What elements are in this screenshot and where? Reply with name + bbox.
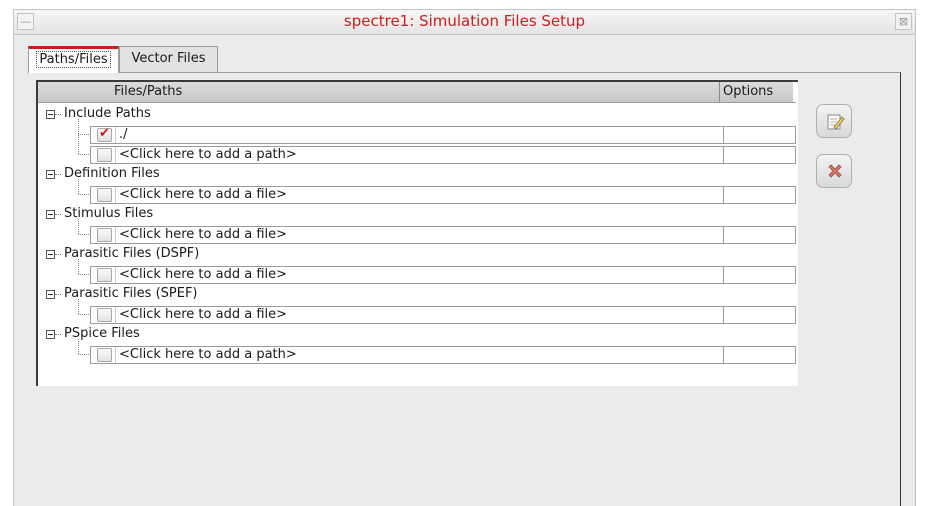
tree-connector	[78, 119, 79, 154]
cell-divider	[115, 307, 116, 323]
enable-checkbox[interactable]	[97, 348, 112, 362]
tree-connector	[78, 259, 79, 274]
header-end	[793, 82, 796, 102]
options-cell-divider	[723, 227, 724, 243]
cell-divider	[115, 147, 116, 163]
tree-connector	[78, 134, 89, 135]
tree-connector	[78, 339, 79, 354]
tree-item-row[interactable]: <Click here to add a file>	[90, 306, 796, 324]
enable-checkbox[interactable]	[97, 126, 112, 142]
tree-item-row[interactable]: <Click here to add a file>	[90, 266, 796, 284]
tree-connector	[78, 219, 79, 234]
options-cell-divider	[723, 127, 724, 143]
simulation-files-setup-window: — spectre1: Simulation Files Setup ⊠ Pat…	[0, 0, 938, 506]
enable-checkbox[interactable]	[97, 308, 112, 322]
tree-connector	[78, 274, 89, 275]
options-cell-divider	[723, 147, 724, 163]
path-text[interactable]: <Click here to add a file>	[119, 267, 287, 283]
title-bar[interactable]: — spectre1: Simulation Files Setup ⊠	[13, 9, 916, 35]
collapse-toggle[interactable]	[46, 170, 55, 179]
collapse-toggle[interactable]	[46, 110, 55, 119]
delete-icon	[828, 164, 842, 178]
enable-checkbox[interactable]	[97, 188, 112, 202]
cell-divider	[115, 227, 116, 243]
tree-group-label[interactable]: Parasitic Files (DSPF)	[64, 245, 199, 263]
path-text[interactable]: <Click here to add a file>	[119, 187, 287, 203]
options-cell-divider	[723, 307, 724, 323]
collapse-toggle[interactable]	[46, 250, 55, 259]
files-tree-table: Files/Paths Options Include Paths./<Clic…	[36, 80, 798, 386]
enable-checkbox[interactable]	[97, 268, 112, 282]
tree-connector	[55, 294, 61, 295]
edit-icon	[827, 114, 845, 130]
path-text[interactable]: <Click here to add a path>	[119, 347, 297, 363]
tree-group-label[interactable]: Parasitic Files (SPEF)	[64, 285, 198, 303]
tree-connector	[78, 314, 89, 315]
tree-item-row[interactable]: ./	[90, 126, 796, 144]
path-text[interactable]: ./	[119, 127, 128, 143]
column-header-options[interactable]: Options	[723, 84, 773, 99]
path-text[interactable]: <Click here to add a file>	[119, 307, 287, 323]
tree-item-row[interactable]: <Click here to add a path>	[90, 146, 796, 164]
tree-connector	[78, 299, 79, 314]
tree-item-row[interactable]: <Click here to add a file>	[90, 186, 796, 204]
tree-connector	[55, 214, 61, 215]
tab-paths-files[interactable]: Paths/Files	[28, 46, 119, 73]
path-text[interactable]: <Click here to add a path>	[119, 147, 297, 163]
cell-divider	[115, 267, 116, 283]
tab-paths-files-label: Paths/Files	[36, 51, 111, 68]
tree-connector	[55, 334, 61, 335]
column-header-files-paths[interactable]: Files/Paths	[114, 84, 182, 99]
tree-connector	[55, 174, 61, 175]
close-window-button[interactable]: ⊠	[895, 13, 912, 30]
options-cell-divider	[723, 347, 724, 363]
collapse-toggle[interactable]	[46, 210, 55, 219]
cell-divider	[115, 127, 116, 143]
tree-connector	[78, 234, 89, 235]
enable-checkbox[interactable]	[97, 148, 112, 162]
enable-checkbox[interactable]	[97, 228, 112, 242]
tree-connector	[55, 254, 61, 255]
options-cell-divider	[723, 267, 724, 283]
tree-connector	[78, 354, 89, 355]
tree-connector	[78, 179, 79, 194]
tree-connector	[78, 194, 89, 195]
collapse-toggle[interactable]	[46, 290, 55, 299]
tree-item-row[interactable]: <Click here to add a path>	[90, 346, 796, 364]
delete-button[interactable]	[816, 154, 852, 188]
tree-connector	[78, 154, 89, 155]
window-title: spectre1: Simulation Files Setup	[343, 12, 586, 30]
options-cell-divider	[723, 187, 724, 203]
tree-item-row[interactable]: <Click here to add a file>	[90, 226, 796, 244]
tab-vector-files-label: Vector Files	[131, 51, 206, 66]
edit-button[interactable]	[816, 104, 852, 138]
tree-connector	[55, 114, 61, 115]
column-divider[interactable]	[719, 82, 720, 102]
tab-vector-files[interactable]: Vector Files	[119, 46, 218, 72]
cell-divider	[115, 347, 116, 363]
collapse-toggle[interactable]	[46, 330, 55, 339]
table-header: Files/Paths Options	[38, 82, 796, 103]
tree-group-label[interactable]: PSpice Files	[64, 325, 140, 343]
path-text[interactable]: <Click here to add a file>	[119, 227, 287, 243]
cell-divider	[115, 187, 116, 203]
